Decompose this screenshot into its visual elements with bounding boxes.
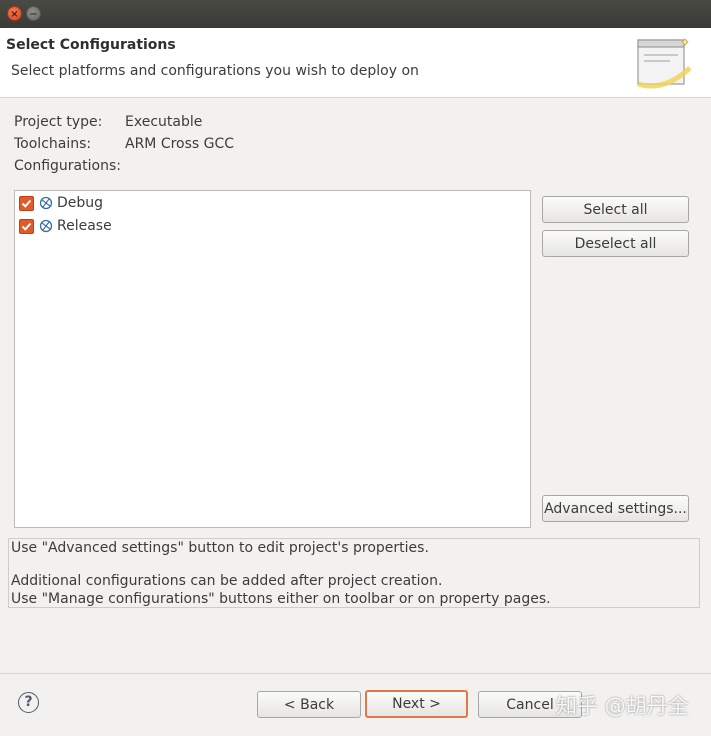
message-line: Additional configurations can be added a… [11,573,443,589]
config-item-label: Release [57,218,112,234]
window-titlebar: × − [0,0,711,28]
project-type-value: Executable [125,114,203,130]
configurations-label: Configurations: [14,158,121,174]
wizard-banner-icon [637,38,692,89]
checkmark-icon [21,199,32,208]
debug-checkbox[interactable] [19,195,34,211]
info-message-box: Use "Advanced settings" button to edit p… [8,538,700,608]
footer-separator [0,673,711,674]
watermark: 知乎 @胡丹全 [556,694,689,718]
next-button[interactable]: Next > [365,690,468,718]
wizard-header: Select Configurations Select platforms a… [0,28,711,98]
advanced-settings-button[interactable]: Advanced settings... [542,495,689,522]
build-config-icon [39,219,53,233]
select-all-button[interactable]: Select all [542,196,689,223]
back-button[interactable]: < Back [257,691,361,718]
message-line: Use "Advanced settings" button to edit p… [11,540,429,556]
deselect-all-button[interactable]: Deselect all [542,230,689,257]
toolchains-label: Toolchains: [14,136,92,152]
window-minimize-button[interactable]: − [26,6,41,21]
page-description: Select platforms and configurations you … [11,63,419,79]
project-type-label: Project type: [14,114,103,130]
config-item-release[interactable]: Release [19,216,112,236]
window-close-button[interactable]: × [7,6,22,21]
release-checkbox[interactable] [19,218,34,234]
toolchains-value: ARM Cross GCC [125,136,235,152]
help-icon[interactable]: ? [18,692,39,713]
page-title: Select Configurations [6,37,176,53]
config-item-debug[interactable]: Debug [19,193,103,213]
build-config-icon [39,196,53,210]
configurations-list[interactable]: Debug Release [14,190,531,528]
message-line: Use "Manage configurations" buttons eith… [11,591,551,607]
config-item-label: Debug [57,195,104,211]
checkmark-icon [21,222,32,231]
